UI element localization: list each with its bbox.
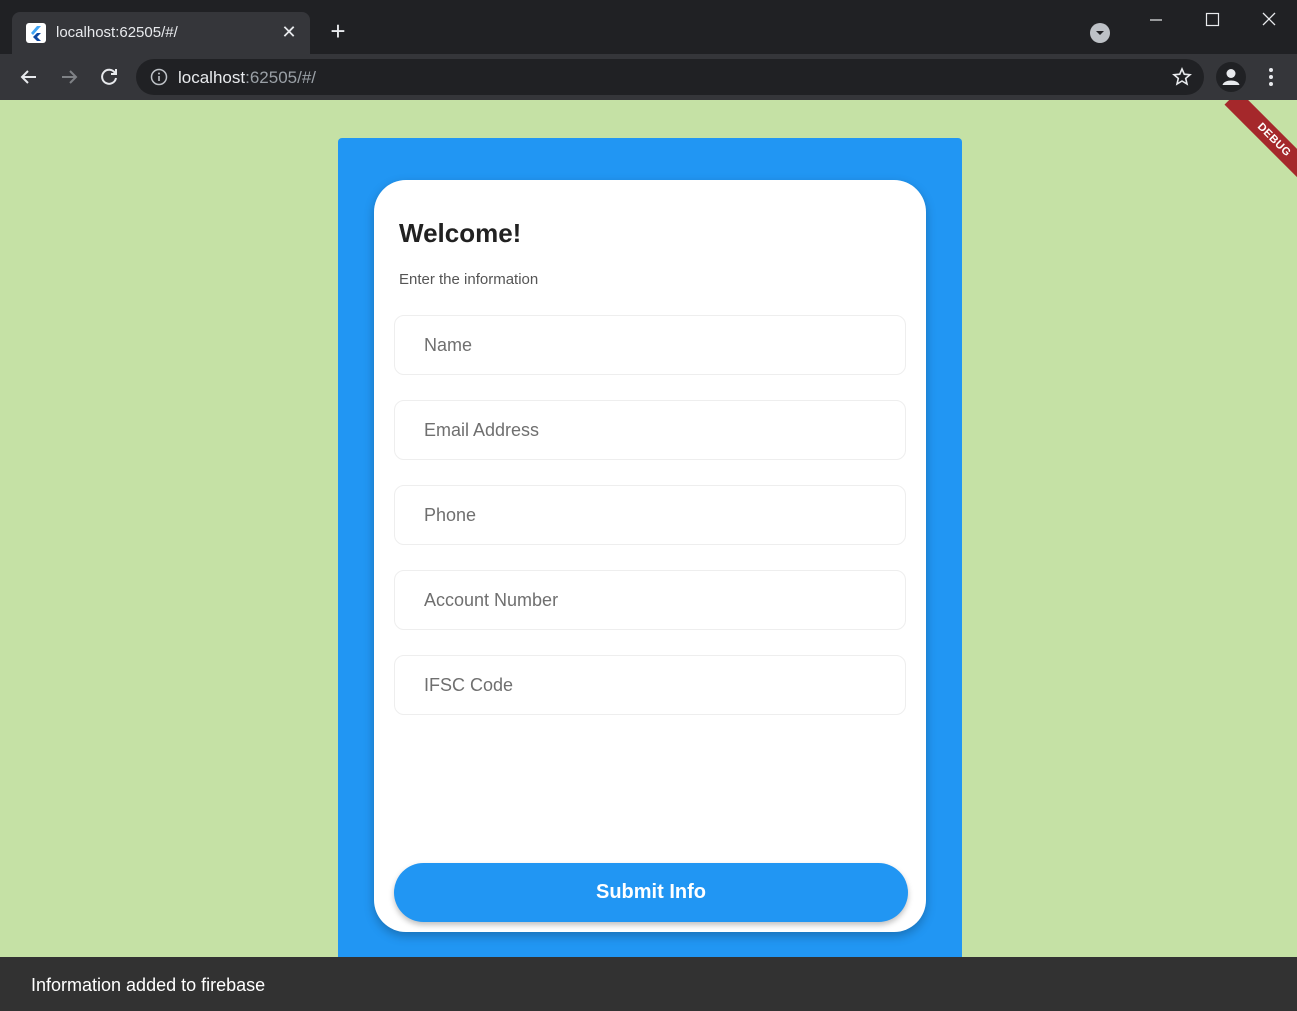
kebab-menu-icon (1269, 68, 1273, 86)
page-title: Welcome! (399, 218, 522, 248)
phone-field[interactable] (394, 485, 906, 545)
url-path: :62505/#/ (245, 68, 317, 87)
address-bar[interactable]: localhost:62505/#/ (136, 59, 1204, 95)
url-host: localhost (178, 68, 246, 87)
flutter-icon (26, 23, 46, 43)
submit-info-button[interactable]: Submit Info (394, 863, 908, 922)
star-icon[interactable] (1172, 67, 1192, 87)
info-icon[interactable] (150, 68, 168, 86)
maximize-icon (1205, 12, 1220, 27)
browser-titlebar: localhost:62505/#/ ✕ + (0, 0, 1297, 54)
tab-search-button[interactable] (1090, 23, 1110, 43)
phone-input[interactable] (395, 486, 905, 544)
browser-tab[interactable]: localhost:62505/#/ ✕ (12, 12, 310, 54)
snackbar: Information added to firebase (0, 957, 1297, 1011)
back-button[interactable] (14, 62, 44, 92)
ifsc-code-field[interactable] (394, 655, 906, 715)
minimize-button[interactable] (1128, 0, 1184, 40)
form-card: Welcome! Enter the information Submit In… (374, 180, 926, 932)
maximize-button[interactable] (1184, 0, 1240, 40)
form-container: Welcome! Enter the information Submit In… (338, 138, 962, 957)
url-text: localhost:62505/#/ (178, 68, 316, 88)
tab-close-button[interactable]: ✕ (278, 21, 300, 43)
reload-icon (101, 68, 117, 85)
tab-title: localhost:62505/#/ (56, 24, 178, 41)
reload-button[interactable] (94, 62, 124, 92)
account-number-field[interactable] (394, 570, 906, 630)
profile-icon (1222, 69, 1240, 85)
name-field[interactable] (394, 315, 906, 375)
close-icon (1262, 12, 1276, 26)
forward-arrow-icon (62, 70, 78, 84)
snackbar-message: Information added to firebase (31, 975, 266, 995)
browser-toolbar: localhost:62505/#/ (0, 54, 1297, 100)
page-subtitle: Enter the information (399, 271, 539, 288)
email-input[interactable] (395, 401, 905, 459)
account-number-input[interactable] (395, 571, 905, 629)
name-input[interactable] (395, 316, 905, 374)
minimize-icon (1150, 19, 1162, 21)
ifsc-code-input[interactable] (395, 656, 905, 714)
browser-menu-button[interactable] (1258, 62, 1284, 92)
chevron-down-icon (1096, 31, 1104, 35)
debug-banner: DEBUG (1224, 100, 1297, 190)
email-field[interactable] (394, 400, 906, 460)
profile-button[interactable] (1216, 62, 1246, 92)
new-tab-button[interactable]: + (324, 17, 352, 45)
forward-button[interactable] (54, 62, 84, 92)
page-viewport: Welcome! Enter the information Submit In… (0, 100, 1297, 957)
back-arrow-icon (20, 70, 36, 84)
window-close-button[interactable] (1241, 0, 1297, 40)
